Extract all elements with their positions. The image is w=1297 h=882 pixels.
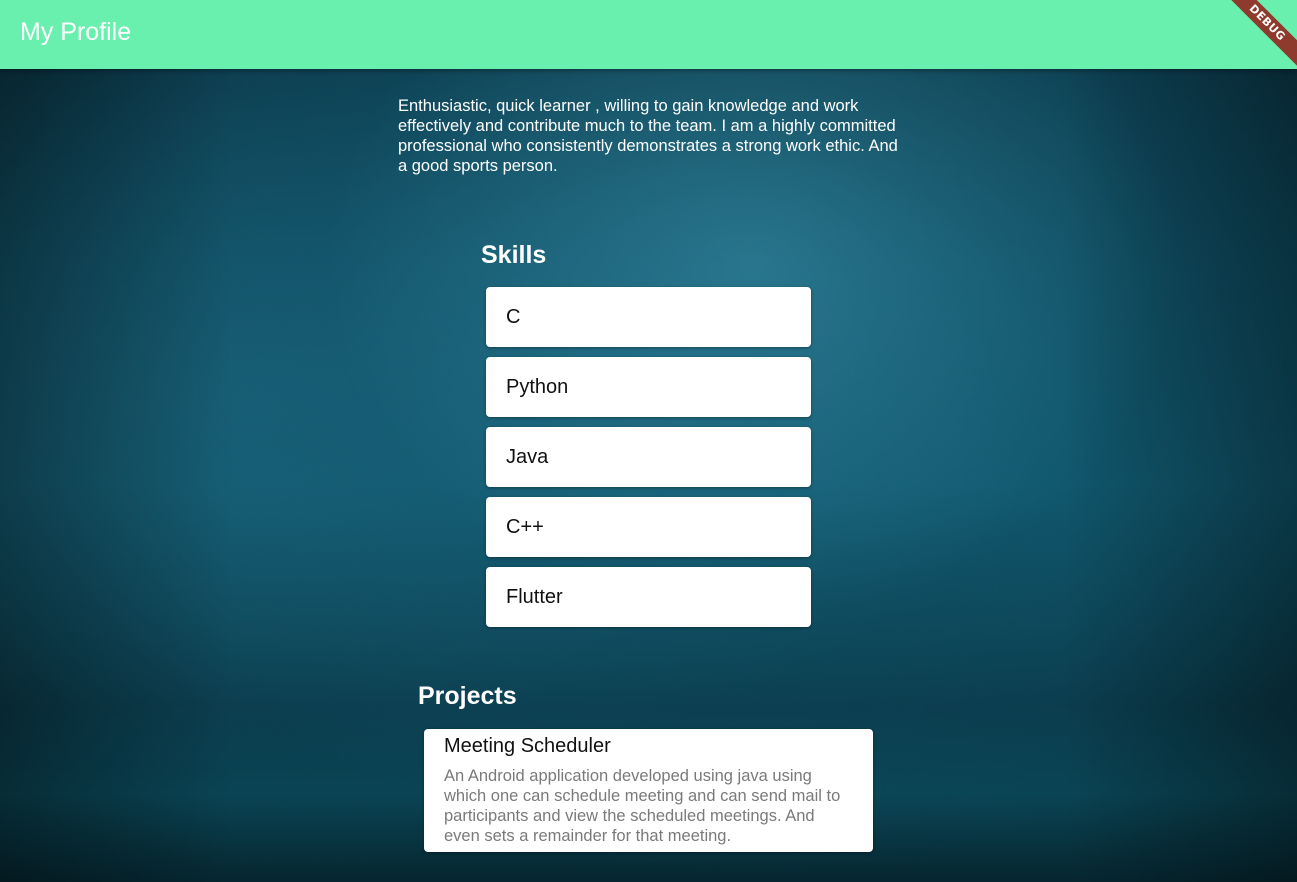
projects-heading: Projects xyxy=(418,682,517,710)
skill-card-cpp[interactable]: C++ xyxy=(486,497,811,557)
project-description: An Android application developed using j… xyxy=(444,767,841,845)
project-card-meeting-scheduler[interactable]: Meeting Scheduler An Android application… xyxy=(424,729,873,852)
skills-heading: Skills xyxy=(481,241,547,269)
skill-label: Flutter xyxy=(506,585,563,608)
skill-label: Python xyxy=(506,375,569,398)
about-text: Enthusiastic, quick learner , willing to… xyxy=(398,97,898,175)
skill-label: C xyxy=(506,305,521,328)
project-title: Meeting Scheduler xyxy=(444,735,611,757)
skill-label: Java xyxy=(506,445,549,468)
app-bar: My Profile xyxy=(0,0,1297,69)
skill-card-python[interactable]: Python xyxy=(486,357,811,417)
skill-card-java[interactable]: Java xyxy=(486,427,811,487)
skill-card-flutter[interactable]: Flutter xyxy=(486,567,811,627)
skill-label: C++ xyxy=(506,515,544,538)
skill-card-c[interactable]: C xyxy=(486,287,811,347)
page-title: My Profile xyxy=(20,18,132,46)
